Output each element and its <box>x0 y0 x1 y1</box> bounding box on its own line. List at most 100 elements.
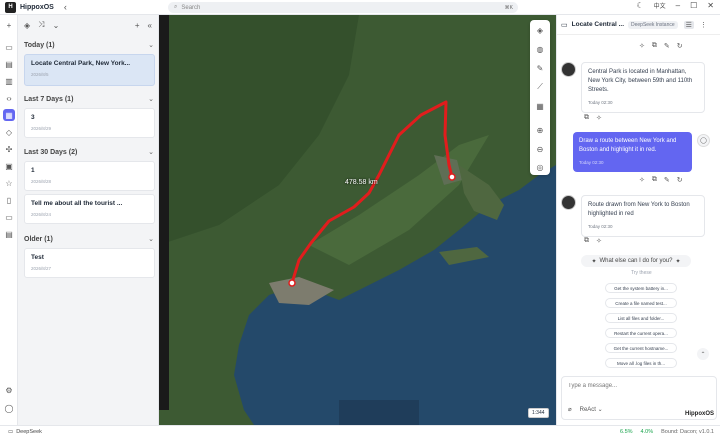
suggestions-header: ✦ What else can I do for you? ✦ <box>581 255 691 267</box>
grid-icon[interactable]: ▦ <box>534 100 546 112</box>
document-icon[interactable]: ▤ <box>3 228 15 240</box>
sparkle-icon[interactable]: ✧ <box>639 42 645 50</box>
puzzle-icon[interactable]: ✣ <box>3 143 15 155</box>
suggestion-chip[interactable]: Get the current hostname... <box>605 343 677 353</box>
history-item[interactable]: Locate Central Park, New York... 2026/8/… <box>24 54 155 86</box>
language-toggle[interactable]: 中文 <box>654 1 666 10</box>
new-york-marker[interactable] <box>288 279 296 287</box>
message-actions: ⧉ ✧ <box>584 237 602 245</box>
chevron-down-icon[interactable]: ⌄ <box>53 21 60 30</box>
message-time: Today 02:30 <box>588 224 613 229</box>
title-bar: H HippoxOS ‹ ⌕ Search ⌘K ☾ 中文 – ☐ ✕ <box>0 0 720 15</box>
history-item-date: 2026/8/29 <box>31 126 52 131</box>
history-item-date: 2026/8/28 <box>31 179 52 184</box>
clipboard-icon[interactable]: ▯ <box>3 194 15 206</box>
copy-icon[interactable]: ⧉ <box>584 114 589 122</box>
zoom-in-icon[interactable]: ⊕ <box>534 124 546 136</box>
status-extra: Bound: Dacon; v1.0.1 <box>661 428 714 435</box>
message-time: Today 02:30 <box>579 160 604 165</box>
theme-icon[interactable]: ☾ <box>636 1 643 10</box>
cube-icon[interactable]: ◇ <box>3 126 15 138</box>
scroll-up-button[interactable]: ⌃ <box>697 348 709 360</box>
try-these-label: Try these <box>631 270 652 276</box>
history-item-title: Tell me about all the tourist ... <box>31 200 123 207</box>
mode-selector[interactable]: ReAct ⌄ <box>580 406 603 413</box>
search-input[interactable]: ⌕ Search ⌘K <box>168 2 518 13</box>
measure-icon[interactable]: ⟋ <box>534 81 546 93</box>
globe-icon[interactable]: ◍ <box>534 43 546 55</box>
history-sidebar: ◈ ⤨ ⌄ + « Today (1) ⌄ Locate Central Par… <box>18 15 159 425</box>
chat-title: Locate Central ... <box>571 21 624 28</box>
chevron-down-icon[interactable]: ⌄ <box>148 235 154 243</box>
model-name[interactable]: DeepSeek <box>16 429 42 435</box>
draw-icon[interactable]: ✎ <box>534 62 546 74</box>
copy-icon[interactable]: ⧉ <box>584 237 589 245</box>
refresh-icon[interactable]: ↻ <box>677 42 683 50</box>
history-item[interactable]: 3 2026/8/29 <box>24 108 155 138</box>
chat-icon[interactable]: ▭ <box>3 41 15 53</box>
zoom-out-icon[interactable]: ⊖ <box>534 143 546 155</box>
refresh-icon[interactable]: ↻ <box>677 176 683 184</box>
history-item[interactable]: Tell me about all the tourist ... 2026/8… <box>24 194 155 224</box>
code-icon[interactable]: ‹› <box>3 92 15 104</box>
group-last-7-days[interactable]: Last 7 Days (1) <box>24 96 73 103</box>
history-item[interactable]: Test 2026/8/27 <box>24 248 155 278</box>
folder-icon[interactable]: ▭ <box>3 211 15 223</box>
sparkle-icon[interactable]: ✧ <box>596 114 602 122</box>
sparkle-icon[interactable]: ✧ <box>596 237 602 245</box>
edit-icon[interactable]: ✎ <box>664 42 670 50</box>
search-icon: ⌕ <box>174 4 178 10</box>
suggestion-chip[interactable]: Restart the current opera... <box>605 328 677 338</box>
database-icon[interactable]: ▤ <box>3 58 15 70</box>
calendar-icon[interactable]: ▣ <box>3 160 15 172</box>
assistant-message: Route drawn from New York to Boston high… <box>581 195 705 237</box>
suggestion-chip[interactable]: Get the system battery in... <box>605 283 677 293</box>
collapse-icon[interactable]: « <box>148 21 152 30</box>
settings-icon[interactable]: ⚙ <box>3 384 15 396</box>
message-input[interactable] <box>568 383 708 389</box>
suggestion-chip[interactable]: Create a file named test... <box>605 298 677 308</box>
chart-icon[interactable]: ▥ <box>3 75 15 87</box>
copy-icon[interactable]: ⧉ <box>652 42 657 50</box>
message-text: Draw a route between New York and Boston… <box>579 138 677 153</box>
history-item-title: Test <box>31 254 44 261</box>
more-icon[interactable]: ⋮ <box>700 21 707 29</box>
settings-sliders-icon[interactable]: ☰ <box>683 20 694 29</box>
model-badge[interactable]: DeepSeek Instance <box>628 20 678 29</box>
message-actions: ✧ ⧉ ✎ ↻ <box>639 42 683 50</box>
maximize-icon[interactable]: ☐ <box>690 1 697 10</box>
chevron-down-icon[interactable]: ⌄ <box>148 95 154 103</box>
history-item[interactable]: 1 2026/8/28 <box>24 161 155 191</box>
attach-icon[interactable]: ⌀ <box>568 406 572 413</box>
layers-icon[interactable]: ◈ <box>534 24 546 36</box>
message-composer: ⌀ ReAct ⌄ HippoxOS <box>561 376 717 420</box>
user-icon[interactable]: ◯ <box>3 402 15 414</box>
message-actions: ✧ ⧉ ✎ ↻ <box>639 176 683 184</box>
chevron-down-icon[interactable]: ⌄ <box>148 41 154 49</box>
suggestion-chip[interactable]: Move all .log files in th... <box>605 358 677 368</box>
group-older[interactable]: Older (1) <box>24 236 53 243</box>
group-today[interactable]: Today (1) <box>24 42 55 49</box>
chevron-down-icon[interactable]: ⌄ <box>148 148 154 156</box>
status-bar: ▭ DeepSeek 6.5% 4.0% Bound: Dacon; v1.0.… <box>0 425 720 437</box>
edit-icon[interactable]: ✎ <box>664 176 670 184</box>
sparkle-icon[interactable]: ✧ <box>639 176 645 184</box>
satellite-map[interactable] <box>159 15 556 425</box>
add-icon[interactable]: + <box>3 19 15 31</box>
star-icon[interactable]: ☆ <box>3 177 15 189</box>
minimize-icon[interactable]: – <box>676 1 680 10</box>
layers-icon[interactable]: ◈ <box>24 21 30 30</box>
locate-icon[interactable]: ◎ <box>534 161 546 173</box>
map-scale: 1:344 <box>528 408 549 418</box>
copy-icon[interactable]: ⧉ <box>652 176 657 184</box>
shuffle-icon[interactable]: ⤨ <box>38 20 44 30</box>
mode-label: ReAct <box>579 407 596 413</box>
chevron-left-icon[interactable]: ‹ <box>64 2 67 12</box>
close-icon[interactable]: ✕ <box>707 1 714 10</box>
group-last-30-days[interactable]: Last 30 Days (2) <box>24 149 77 156</box>
map-icon[interactable]: ▦ <box>3 109 15 121</box>
suggestion-chip[interactable]: List all files and folder... <box>605 313 677 323</box>
boston-marker[interactable] <box>448 173 456 181</box>
new-chat-icon[interactable]: + <box>135 21 140 30</box>
search-shortcut: ⌘K <box>504 4 513 11</box>
